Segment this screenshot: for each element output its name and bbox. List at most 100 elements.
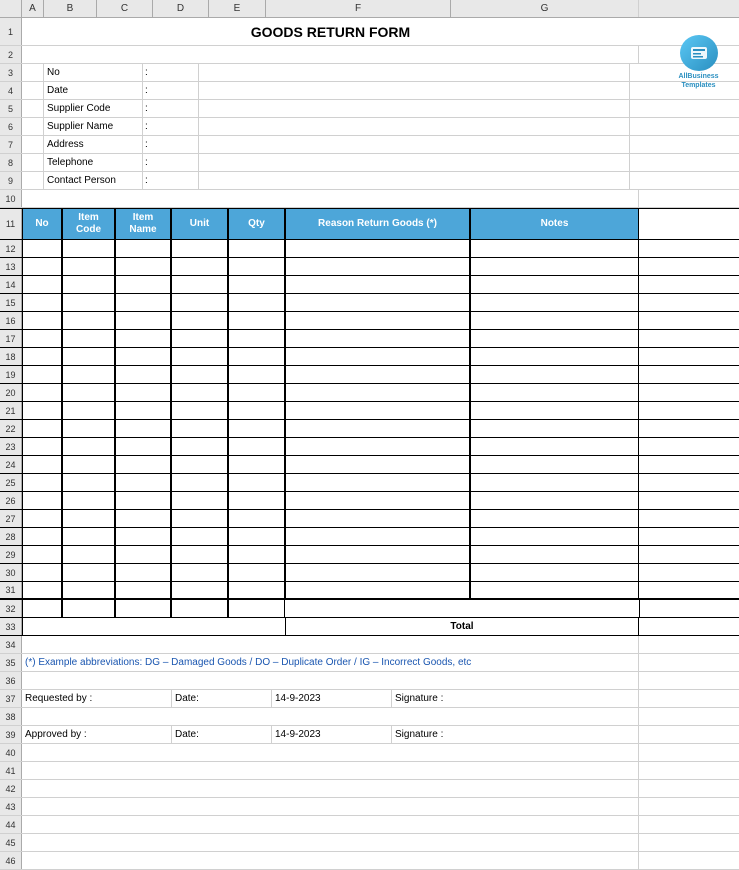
row-46: 46	[0, 852, 739, 870]
th-item-name: ItemName	[115, 209, 171, 239]
row-2: 2	[0, 46, 739, 64]
row-10: 10	[0, 190, 739, 208]
th-reason: Reason Return Goods (*)	[285, 209, 470, 239]
table-row: 16	[0, 312, 739, 330]
spreadsheet: AllBusinessTemplates A B C D E F G 1 GOO…	[0, 0, 739, 870]
row-11-num: 11	[0, 209, 22, 239]
col-c-header: C	[97, 0, 153, 17]
table-row: 22	[0, 420, 739, 438]
col-g-header: G	[451, 0, 639, 17]
row-37: 37 Requested by : Date: 14-9-2023 Signat…	[0, 690, 739, 708]
row-8-num: 8	[0, 154, 22, 171]
logo-text: AllBusinessTemplates	[678, 73, 718, 90]
table-row: 21	[0, 402, 739, 420]
telephone-colon: :	[143, 154, 199, 171]
row-9-a	[22, 172, 44, 189]
table-row: 30	[0, 564, 739, 582]
row-2-content	[22, 46, 639, 63]
col-d-header: D	[153, 0, 209, 17]
row-8-a	[22, 154, 44, 171]
row-8: 8 Telephone :	[0, 154, 739, 172]
row-9: 9 Contact Person :	[0, 172, 739, 190]
row-43: 43	[0, 798, 739, 816]
note-text: (*) Example abbreviations: DG – Damaged …	[22, 654, 639, 671]
col-a-header: A	[22, 0, 44, 17]
row-num-header	[0, 0, 22, 17]
row-3-num: 3	[0, 64, 22, 81]
table-row: 15	[0, 294, 739, 312]
row-4-num: 4	[0, 82, 22, 99]
table-row: 13	[0, 258, 739, 276]
supplier-code-value	[199, 100, 630, 117]
row-34: 34	[0, 636, 739, 654]
address-value	[199, 136, 630, 153]
row-3-a	[22, 64, 44, 81]
date-value	[199, 82, 630, 99]
row-7-num: 7	[0, 136, 22, 153]
table-row: 19	[0, 366, 739, 384]
contact-person-value	[199, 172, 630, 189]
date-label-37: Date:	[172, 690, 272, 707]
row-6-num: 6	[0, 118, 22, 135]
logo-icon	[688, 42, 710, 64]
date-value-39: 14-9-2023	[272, 726, 392, 743]
col-b-header: B	[44, 0, 97, 17]
title-row: 1 GOODS RETURN FORM	[0, 18, 739, 46]
contact-person-label: Contact Person	[44, 172, 143, 189]
col-f-header: F	[266, 0, 451, 17]
th-no: No	[22, 209, 62, 239]
logo-circle	[680, 35, 718, 71]
telephone-value	[199, 154, 630, 171]
date-colon: :	[143, 82, 199, 99]
th-item-code: ItemCode	[62, 209, 115, 239]
row-7: 7 Address :	[0, 136, 739, 154]
row-5: 5 Supplier Code :	[0, 100, 739, 118]
address-label: Address	[44, 136, 143, 153]
row-4: 4 Date :	[0, 82, 739, 100]
approved-by-label: Approved by :	[22, 726, 172, 743]
logo-area: AllBusinessTemplates	[666, 35, 731, 90]
signature-label-37: Signature :	[392, 690, 639, 707]
table-row: 26	[0, 492, 739, 510]
no-value	[199, 64, 630, 81]
supplier-name-colon: :	[143, 118, 199, 135]
row-36: 36	[0, 672, 739, 690]
supplier-code-colon: :	[143, 100, 199, 117]
row-32: 32	[0, 600, 739, 618]
no-colon: :	[143, 64, 199, 81]
address-colon: :	[143, 136, 199, 153]
table-row: 29	[0, 546, 739, 564]
table-body: 12 13 14 15 16 17 18 19 20 21 22 23 24 2…	[0, 240, 739, 600]
row-6-a	[22, 118, 44, 135]
table-row: 18	[0, 348, 739, 366]
row-1-num: 1	[0, 18, 22, 45]
total-label: Total	[285, 618, 639, 635]
col-e-header: E	[209, 0, 266, 17]
table-row: 14	[0, 276, 739, 294]
row-5-a	[22, 100, 44, 117]
table-row: 28	[0, 528, 739, 546]
row-7-a	[22, 136, 44, 153]
row-39: 39 Approved by : Date: 14-9-2023 Signatu…	[0, 726, 739, 744]
table-row: 24	[0, 456, 739, 474]
supplier-name-label: Supplier Name	[44, 118, 143, 135]
th-unit: Unit	[171, 209, 228, 239]
table-row: 25	[0, 474, 739, 492]
form-title: GOODS RETURN FORM	[22, 18, 639, 45]
th-notes: Notes	[470, 209, 639, 239]
table-row: 12	[0, 240, 739, 258]
row-44: 44	[0, 816, 739, 834]
row-10-content	[22, 190, 639, 207]
requested-by-label: Requested by :	[22, 690, 172, 707]
row-45: 45	[0, 834, 739, 852]
telephone-label: Telephone	[44, 154, 143, 171]
date-label-39: Date:	[172, 726, 272, 743]
column-headers: A B C D E F G	[0, 0, 739, 18]
th-qty: Qty	[228, 209, 285, 239]
table-row: 23	[0, 438, 739, 456]
table-row: 31	[0, 582, 739, 600]
table-row: 27	[0, 510, 739, 528]
no-label: No	[44, 64, 143, 81]
table-row: 20	[0, 384, 739, 402]
row-10-num: 10	[0, 190, 22, 207]
